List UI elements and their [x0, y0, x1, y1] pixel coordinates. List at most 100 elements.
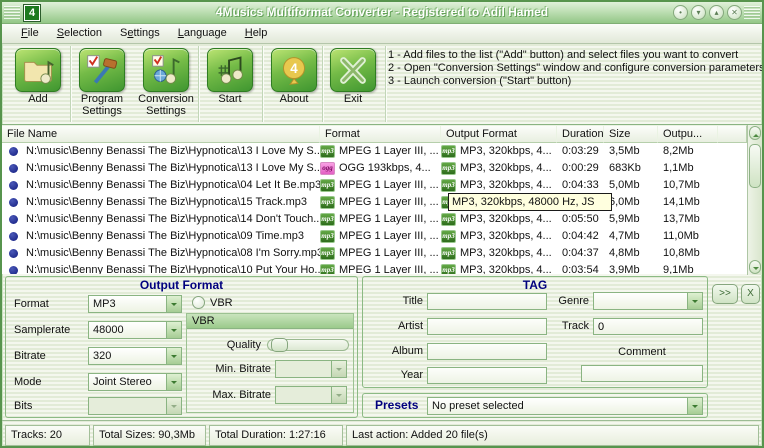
presets-select[interactable]: No preset selected — [427, 397, 703, 415]
file-name-cell: N:\music\Benny Benassi The Biz\Hypnotica… — [26, 177, 320, 194]
output-format-cell: MP3, 320kbps, 4... — [460, 211, 552, 228]
format-value: MP3 — [89, 296, 166, 312]
comment-field[interactable] — [581, 365, 703, 382]
table-row[interactable]: N:\music\Benny Benassi The Biz\Hypnotica… — [2, 262, 747, 274]
toolbar-separator — [385, 46, 387, 122]
output-format-cell: MP3, 320kbps, 4... — [460, 262, 552, 274]
title-bar[interactable]: 4 4Musics Multiformat Converter - Regist… — [2, 2, 762, 24]
duration-cell: 0:05:50 — [557, 211, 604, 228]
chevron-down-icon[interactable] — [166, 348, 181, 364]
output-size-cell: 10,7Mb — [658, 177, 718, 194]
close-panel-button[interactable]: X — [741, 284, 760, 304]
close-button[interactable]: ✕ — [727, 5, 742, 20]
column-header-filler — [717, 125, 747, 143]
file-rows: MP3, 320kbps, 48000 Hz, JS N:\music\Benn… — [2, 143, 747, 274]
quality-slider[interactable] — [267, 339, 349, 351]
samplerate-select[interactable]: 48000 — [88, 321, 182, 339]
scrollbar-thumb[interactable] — [749, 144, 761, 188]
track-bullet-icon — [9, 181, 18, 190]
scroll-down-icon[interactable] — [749, 260, 761, 274]
minimize-button[interactable]: ▾ — [691, 5, 706, 20]
album-field[interactable] — [427, 343, 547, 360]
duration-cell: 0:04:33 — [557, 177, 604, 194]
about-button[interactable]: 4 About — [265, 48, 323, 105]
menu-item-selection[interactable]: Selection — [48, 24, 111, 43]
mode-select[interactable]: Joint Stereo — [88, 373, 182, 391]
artist-field[interactable] — [427, 318, 547, 335]
column-header-size[interactable]: Size — [603, 125, 658, 143]
mode-value: Joint Stereo — [89, 374, 166, 390]
genre-select[interactable] — [593, 292, 703, 310]
menu-item-file[interactable]: File — [12, 24, 48, 43]
maximize-button[interactable]: ▴ — [709, 5, 724, 20]
add-button[interactable]: Add — [10, 48, 66, 105]
table-row[interactable]: N:\music\Benny Benassi The Biz\Hypnotica… — [2, 228, 747, 245]
output-format-icon: mp3 — [441, 264, 456, 274]
format-icon: mp3 — [320, 213, 335, 226]
status-total-duration: Total Duration: 1:27:16 — [209, 425, 343, 446]
bitrate-select[interactable]: 320 — [88, 347, 182, 365]
format-select[interactable]: MP3 — [88, 295, 182, 313]
column-header-duration[interactable]: Duration — [556, 125, 604, 143]
duration-cell: 0:00:29 — [557, 160, 604, 177]
chevron-down-icon[interactable] — [166, 296, 181, 312]
file-name-cell: N:\music\Benny Benassi The Biz\Hypnotica… — [26, 194, 307, 211]
start-button[interactable]: Start — [202, 48, 258, 105]
about-button-label: About — [280, 93, 309, 105]
title-field[interactable] — [427, 293, 547, 310]
column-header-output-size[interactable]: Outpu... — [657, 125, 718, 143]
duration-cell: 0:03:54 — [557, 262, 604, 274]
table-row[interactable]: N:\music\Benny Benassi The Biz\Hypnotica… — [2, 160, 747, 177]
column-header-output-format[interactable]: Output Format — [440, 125, 557, 143]
track-field[interactable] — [593, 318, 703, 335]
format-icon: mp3 — [320, 179, 335, 192]
menu-item-settings[interactable]: Settings — [111, 24, 169, 43]
table-row[interactable]: N:\music\Benny Benassi The Biz\Hypnotica… — [2, 245, 747, 262]
output-format-icon: mp3 — [441, 230, 456, 243]
output-size-cell: 9,1Mb — [658, 262, 718, 274]
table-row[interactable]: N:\music\Benny Benassi The Biz\Hypnotica… — [2, 194, 747, 211]
track-bullet-icon — [9, 164, 18, 173]
scroll-up-icon[interactable] — [749, 126, 761, 140]
track-label: Track — [541, 317, 589, 335]
start-button-label: Start — [218, 93, 241, 105]
chevron-down-icon[interactable] — [687, 398, 702, 414]
output-format-title: Output Format — [6, 278, 357, 292]
year-field[interactable] — [427, 367, 547, 384]
format-icon: mp3 — [320, 264, 335, 274]
vbr-checkbox[interactable] — [192, 296, 205, 309]
output-format-icon: mp3 — [441, 247, 456, 260]
program-settings-button[interactable]: Program Settings — [73, 48, 131, 117]
vertical-scrollbar[interactable] — [747, 125, 762, 275]
conversion-settings-button[interactable]: Conversion Settings — [133, 48, 199, 117]
quality-slider-thumb[interactable] — [271, 338, 288, 352]
file-name-cell: N:\music\Benny Benassi The Biz\Hypnotica… — [26, 228, 304, 245]
file-name-cell: N:\music\Benny Benassi The Biz\Hypnotica… — [26, 143, 320, 160]
duration-cell: 0:04:37 — [557, 245, 604, 262]
bottom-panels: Output Format Format MP3 Samplerate 4800… — [2, 274, 762, 420]
menu-item-language[interactable]: Language — [169, 24, 236, 43]
output-format-cell: MP3, 320kbps, 4... — [460, 228, 552, 245]
format-cell: MPEG 1 Layer III, ... — [339, 211, 439, 228]
column-header-format[interactable]: Format — [319, 125, 441, 143]
quality-label: Quality — [189, 336, 261, 354]
tray-button[interactable]: • — [673, 5, 688, 20]
output-size-cell: 11,0Mb — [658, 228, 718, 245]
instruction-line: 1 - Add files to the list ("Add" button)… — [388, 49, 764, 62]
table-row[interactable]: N:\music\Benny Benassi The Biz\Hypnotica… — [2, 177, 747, 194]
table-row[interactable]: N:\music\Benny Benassi The Biz\Hypnotica… — [2, 143, 747, 160]
menu-item-help[interactable]: Help — [236, 24, 277, 43]
chevron-down-icon[interactable] — [166, 322, 181, 338]
chevron-down-icon[interactable] — [687, 293, 702, 309]
column-header-file-name[interactable]: File Name — [1, 125, 320, 143]
about-icon: 4 — [271, 48, 317, 92]
exit-button[interactable]: Exit — [325, 48, 381, 105]
conversion-settings-icon — [143, 48, 189, 92]
status-tracks: Tracks: 20 — [5, 425, 90, 446]
chevron-down-icon[interactable] — [166, 374, 181, 390]
max-bitrate-value — [276, 387, 331, 403]
expand-button[interactable]: >> — [712, 284, 738, 304]
add-icon — [15, 48, 61, 92]
exit-button-label: Exit — [344, 93, 362, 105]
table-row[interactable]: N:\music\Benny Benassi The Biz\Hypnotica… — [2, 211, 747, 228]
